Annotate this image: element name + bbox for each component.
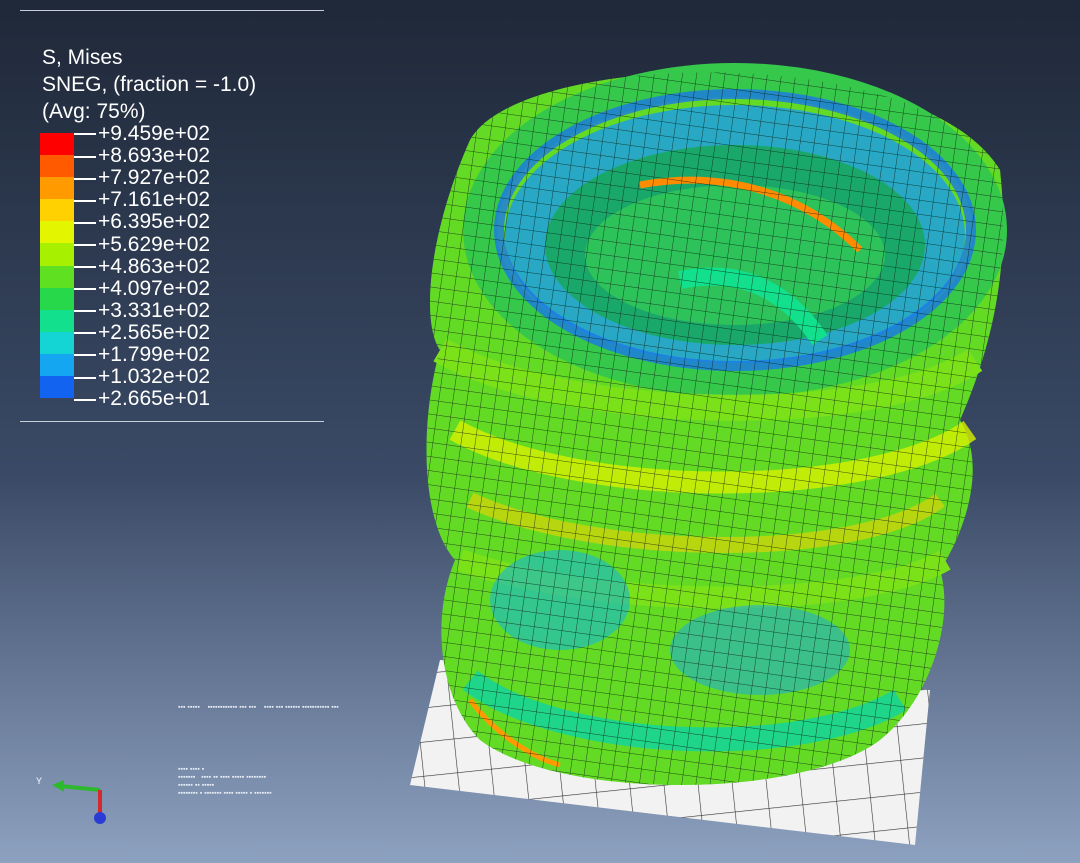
triad-axis-label: Y [36, 776, 42, 786]
triad-x-axis [59, 784, 101, 792]
odb-status-line: ▪▪▪ ▪▪▪▪▪ ▪▪▪▪▪▪▪▪▪▪▪▪ ▪▪▪ ▪▪▪ ▪▪▪▪ ▪▪▪ … [178, 704, 339, 711]
element-mesh [426, 72, 1004, 785]
step-info-block: ▪▪▪▪ ▪▪▪▪ ▪ ▪▪▪▪▪▪▪ ▪▪▪▪ ▪▪ ▪▪▪▪ ▪▪▪▪▪ ▪▪… [178, 766, 272, 797]
orientation-triad: Y [36, 776, 106, 824]
triad-x-arrowhead [52, 780, 64, 792]
deformed-spring [426, 63, 1007, 785]
triad-z-axis [94, 812, 106, 824]
fe-model-viewport[interactable] [0, 0, 1080, 863]
